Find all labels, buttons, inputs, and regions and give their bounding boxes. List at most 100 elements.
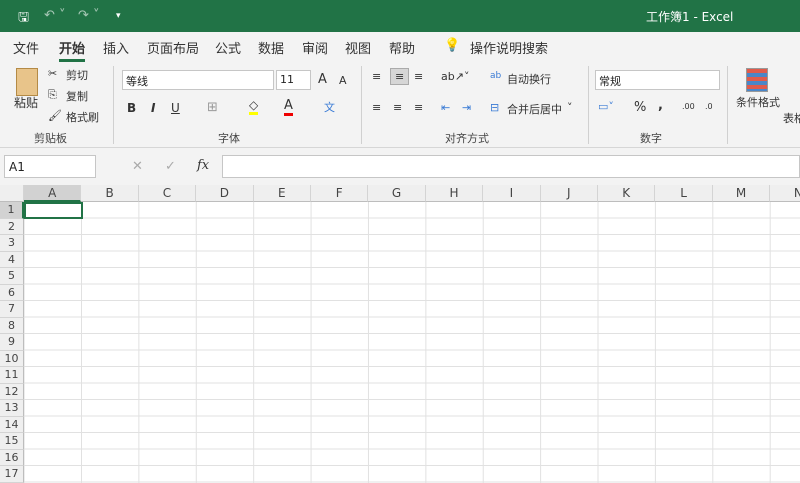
format-as-table-button[interactable]: 表格 [783, 110, 800, 126]
tab-data[interactable]: 数据 [258, 38, 284, 57]
tab-insert[interactable]: 插入 [103, 38, 129, 57]
group-alignment: 对齐方式 [445, 132, 489, 145]
conditional-format-button[interactable]: 条件格式 [736, 94, 780, 110]
tab-view[interactable]: 视图 [345, 38, 371, 57]
row-header[interactable]: 1 [0, 202, 24, 219]
cut-icon: ✂ [48, 67, 58, 80]
row-header[interactable]: 17 [0, 466, 24, 483]
increase-indent-icon[interactable]: ⇥ [462, 101, 471, 114]
conditional-format-icon [746, 68, 768, 92]
wrap-text-button[interactable]: 自动换行 [507, 71, 551, 87]
search-box[interactable]: 操作说明搜索 [470, 38, 548, 57]
column-header[interactable]: J [540, 185, 598, 202]
column-header[interactable]: K [598, 185, 656, 202]
menu-bar: 文件 开始 插入 页面布局 公式 数据 审阅 视图 帮助 💡 操作说明搜索 [0, 32, 800, 62]
enter-button[interactable]: ✓ [165, 159, 176, 174]
row-header[interactable]: 13 [0, 400, 24, 417]
copy-icon: ⎘ [48, 88, 57, 101]
font-size-select[interactable]: 11 [276, 70, 311, 90]
row-header[interactable]: 3 [0, 235, 24, 252]
active-cell[interactable] [24, 202, 83, 219]
row-header[interactable]: 7 [0, 301, 24, 318]
column-header[interactable]: H [425, 185, 484, 202]
column-header[interactable]: M [712, 185, 771, 202]
column-header[interactable]: D [196, 185, 254, 202]
align-bottom-icon[interactable]: ≡ [414, 70, 423, 83]
paste-button[interactable]: 粘贴 [14, 94, 38, 111]
insert-function-button[interactable]: fx [197, 158, 209, 173]
select-all-corner[interactable] [0, 185, 24, 202]
bold-button[interactable]: B [127, 101, 136, 115]
underline-button[interactable]: U [171, 101, 180, 115]
format-painter-button[interactable]: 格式刷 [66, 109, 99, 125]
row-header[interactable]: 4 [0, 251, 24, 268]
tab-page-layout[interactable]: 页面布局 [147, 38, 199, 57]
merge-dropdown-icon[interactable]: ˅ [567, 101, 573, 114]
column-header[interactable]: L [655, 185, 713, 202]
column-header[interactable]: G [368, 185, 426, 202]
decrease-decimal-button[interactable]: .0 [705, 102, 713, 111]
redo-icon[interactable]: ↷ ˅ [78, 8, 100, 23]
font-color-button[interactable]: A [284, 98, 293, 116]
formula-input[interactable] [222, 155, 800, 178]
row-header[interactable]: 11 [0, 367, 24, 384]
undo-icon[interactable]: ↶ ˅ [44, 8, 66, 23]
fill-color-icon[interactable]: ◇ [249, 98, 259, 115]
shrink-font-button[interactable]: A [339, 74, 347, 87]
column-header[interactable]: A [24, 185, 82, 202]
number-format-select[interactable]: 常规 [595, 70, 720, 90]
align-left-icon[interactable]: ≡ [372, 101, 381, 114]
row-header[interactable]: 16 [0, 449, 24, 466]
copy-button[interactable]: 复制 [66, 88, 88, 104]
tab-formulas[interactable]: 公式 [215, 38, 241, 57]
column-header[interactable]: F [311, 185, 369, 202]
italic-button[interactable]: I [151, 101, 155, 115]
cancel-button[interactable]: ✕ [132, 159, 143, 174]
row-header[interactable]: 5 [0, 268, 24, 285]
save-icon[interactable]: 🖫 [18, 8, 29, 30]
phonetic-icon[interactable]: 文 [324, 99, 335, 115]
title-bar: 🖫 ↶ ˅ ↷ ˅ ▾ 工作簿1 - Excel [0, 0, 800, 32]
orientation-icon[interactable]: ab↗˅ [441, 70, 469, 83]
row-header[interactable]: 15 [0, 433, 24, 450]
merge-center-button[interactable]: 合并后居中 [507, 101, 562, 117]
tab-file[interactable]: 文件 [13, 38, 39, 57]
accounting-format-icon[interactable]: ▭˅ [598, 100, 614, 113]
align-top-icon[interactable]: ≡ [372, 70, 381, 83]
column-header[interactable]: N [770, 185, 800, 202]
increase-decimal-button[interactable]: .00 [682, 102, 695, 111]
customize-icon[interactable]: ▾ [116, 11, 121, 21]
cells[interactable] [24, 202, 800, 483]
tab-help[interactable]: 帮助 [389, 38, 415, 57]
align-right-icon[interactable]: ≡ [414, 101, 423, 114]
tab-review[interactable]: 审阅 [302, 38, 328, 57]
lightbulb-icon: 💡 [444, 38, 461, 53]
column-header[interactable]: E [253, 185, 311, 202]
percent-button[interactable]: % [634, 100, 646, 115]
row-header[interactable]: 8 [0, 317, 24, 334]
border-icon[interactable]: ⊞ [207, 100, 218, 115]
row-header[interactable]: 6 [0, 284, 24, 301]
group-number: 数字 [640, 132, 662, 145]
row-header[interactable]: 9 [0, 334, 24, 351]
decrease-indent-icon[interactable]: ⇤ [441, 101, 450, 114]
column-header[interactable]: C [138, 185, 197, 202]
row-header[interactable]: 2 [0, 218, 24, 235]
tab-home[interactable]: 开始 [59, 38, 86, 62]
window-title: 工作簿1 - Excel [646, 10, 734, 24]
column-header[interactable]: B [81, 185, 139, 202]
grow-font-button[interactable]: A [318, 72, 327, 87]
format-painter-icon: 🖌 [48, 109, 62, 122]
align-middle-icon[interactable]: ≡ [390, 68, 410, 85]
row-header[interactable]: 14 [0, 416, 24, 433]
cut-button[interactable]: 剪切 [66, 67, 88, 83]
align-center-icon[interactable]: ≡ [393, 101, 402, 114]
row-header[interactable]: 12 [0, 383, 24, 400]
font-name-select[interactable]: 等线 [122, 70, 274, 90]
group-clipboard: 剪贴板 [34, 132, 67, 145]
name-box[interactable]: A1 [4, 155, 96, 178]
row-header[interactable]: 10 [0, 350, 24, 367]
column-header[interactable]: I [483, 185, 541, 202]
comma-button[interactable]: , [658, 98, 663, 113]
paste-icon[interactable] [16, 68, 38, 96]
